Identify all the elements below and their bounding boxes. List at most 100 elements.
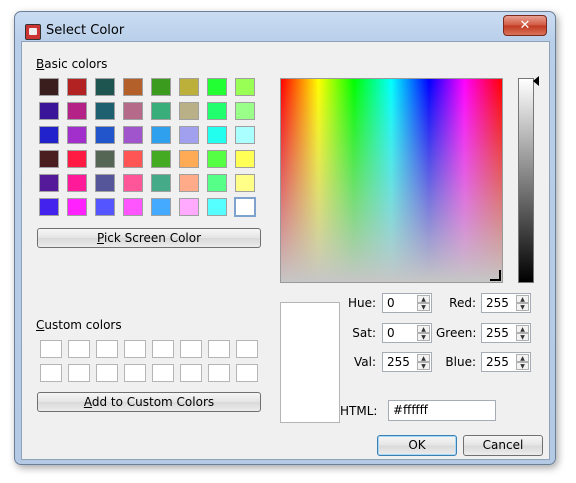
val-spinbox[interactable]: 255 ▲ ▼ bbox=[382, 352, 432, 372]
cancel-button[interactable]: Cancel bbox=[463, 435, 543, 456]
spin-down-icon[interactable]: ▼ bbox=[516, 333, 529, 341]
spin-up-icon[interactable]: ▲ bbox=[417, 354, 430, 362]
blue-value: 255 bbox=[486, 355, 509, 369]
blue-spinbox[interactable]: 255 ▲ ▼ bbox=[481, 352, 531, 372]
green-spinbox[interactable]: 255 ▲ ▼ bbox=[481, 323, 531, 343]
basic-color-swatch[interactable] bbox=[95, 198, 115, 216]
spin-up-icon[interactable]: ▲ bbox=[516, 354, 529, 362]
basic-color-swatch[interactable] bbox=[123, 150, 143, 168]
basic-color-swatch[interactable] bbox=[95, 174, 115, 192]
spin-down-icon[interactable]: ▼ bbox=[417, 333, 430, 341]
spin-up-icon[interactable]: ▲ bbox=[516, 325, 529, 333]
basic-color-swatch[interactable] bbox=[39, 198, 59, 216]
custom-color-slot[interactable] bbox=[124, 340, 146, 358]
custom-color-slot[interactable] bbox=[208, 364, 230, 382]
ok-button[interactable]: OK bbox=[377, 435, 457, 456]
basic-color-swatch[interactable] bbox=[235, 126, 255, 144]
spin-up-icon[interactable]: ▲ bbox=[417, 325, 430, 333]
sat-label: Sat: bbox=[340, 326, 376, 340]
custom-color-slot[interactable] bbox=[96, 364, 118, 382]
basic-color-swatch[interactable] bbox=[207, 150, 227, 168]
custom-color-slot[interactable] bbox=[68, 340, 90, 358]
basic-color-swatch[interactable] bbox=[151, 198, 171, 216]
basic-color-swatch[interactable] bbox=[207, 198, 227, 216]
spin-down-icon[interactable]: ▼ bbox=[417, 303, 430, 311]
basic-color-swatch[interactable] bbox=[235, 174, 255, 192]
spectrum-crosshair bbox=[490, 270, 501, 281]
basic-color-swatch[interactable] bbox=[207, 174, 227, 192]
basic-color-swatch[interactable] bbox=[123, 102, 143, 120]
basic-color-swatch[interactable] bbox=[179, 150, 199, 168]
basic-color-swatch[interactable] bbox=[151, 78, 171, 96]
basic-color-swatch[interactable] bbox=[151, 126, 171, 144]
basic-color-swatch[interactable] bbox=[207, 78, 227, 96]
basic-color-swatch[interactable] bbox=[123, 126, 143, 144]
basic-color-swatch[interactable] bbox=[67, 78, 87, 96]
basic-color-swatch[interactable] bbox=[151, 102, 171, 120]
spin-down-icon[interactable]: ▼ bbox=[516, 362, 529, 370]
basic-color-swatch[interactable] bbox=[179, 102, 199, 120]
custom-color-slot[interactable] bbox=[152, 364, 174, 382]
basic-color-swatch[interactable] bbox=[151, 150, 171, 168]
custom-color-slot[interactable] bbox=[40, 364, 62, 382]
basic-colors-label-text: asic colors bbox=[44, 57, 108, 71]
basic-color-swatch[interactable] bbox=[151, 174, 171, 192]
red-label: Red: bbox=[436, 296, 476, 310]
hue-spinbox[interactable]: 0 ▲ ▼ bbox=[382, 293, 432, 313]
basic-color-swatch[interactable] bbox=[67, 174, 87, 192]
basic-color-swatch[interactable] bbox=[179, 78, 199, 96]
basic-color-swatch[interactable] bbox=[179, 126, 199, 144]
basic-color-swatch[interactable] bbox=[179, 174, 199, 192]
pick-screen-color-button[interactable]: Pick Screen Color bbox=[37, 228, 261, 248]
luminance-arrow-icon[interactable] bbox=[533, 76, 539, 86]
red-spinbox[interactable]: 255 ▲ ▼ bbox=[481, 293, 531, 313]
custom-color-slot[interactable] bbox=[208, 340, 230, 358]
custom-colors-label: Custom colors bbox=[36, 318, 122, 332]
basic-color-swatch[interactable] bbox=[123, 198, 143, 216]
basic-color-swatch[interactable] bbox=[67, 150, 87, 168]
basic-color-swatch[interactable] bbox=[235, 150, 255, 168]
blue-label: Blue: bbox=[436, 355, 476, 369]
basic-color-swatch[interactable] bbox=[235, 102, 255, 120]
html-color-input[interactable]: #ffffff bbox=[388, 400, 496, 421]
spin-up-icon[interactable]: ▲ bbox=[417, 295, 430, 303]
custom-color-slot[interactable] bbox=[236, 340, 258, 358]
basic-color-swatch[interactable] bbox=[95, 78, 115, 96]
custom-color-slot[interactable] bbox=[152, 340, 174, 358]
basic-color-swatch[interactable] bbox=[95, 102, 115, 120]
custom-color-slot[interactable] bbox=[124, 364, 146, 382]
basic-color-swatch[interactable] bbox=[39, 78, 59, 96]
spin-down-icon[interactable]: ▼ bbox=[417, 362, 430, 370]
basic-color-swatch[interactable] bbox=[123, 174, 143, 192]
app-icon bbox=[25, 24, 41, 40]
luminance-slider[interactable] bbox=[518, 78, 534, 283]
basic-color-swatch[interactable] bbox=[234, 197, 256, 217]
custom-color-slot[interactable] bbox=[40, 340, 62, 358]
basic-color-swatch[interactable] bbox=[95, 150, 115, 168]
basic-color-swatch[interactable] bbox=[179, 198, 199, 216]
basic-color-swatch[interactable] bbox=[207, 126, 227, 144]
spin-down-icon[interactable]: ▼ bbox=[516, 303, 529, 311]
html-label: HTML: bbox=[340, 404, 382, 418]
custom-color-slot[interactable] bbox=[180, 364, 202, 382]
custom-color-slot[interactable] bbox=[180, 340, 202, 358]
basic-color-swatch[interactable] bbox=[95, 126, 115, 144]
basic-color-swatch[interactable] bbox=[67, 102, 87, 120]
custom-color-slot[interactable] bbox=[236, 364, 258, 382]
basic-color-swatch[interactable] bbox=[39, 150, 59, 168]
spin-up-icon[interactable]: ▲ bbox=[516, 295, 529, 303]
color-spectrum[interactable] bbox=[280, 78, 503, 283]
basic-color-swatch[interactable] bbox=[39, 126, 59, 144]
custom-color-slot[interactable] bbox=[68, 364, 90, 382]
basic-color-swatch[interactable] bbox=[235, 78, 255, 96]
sat-spinbox[interactable]: 0 ▲ ▼ bbox=[382, 323, 432, 343]
basic-color-swatch[interactable] bbox=[123, 78, 143, 96]
basic-color-swatch[interactable] bbox=[207, 102, 227, 120]
basic-color-swatch[interactable] bbox=[67, 198, 87, 216]
add-to-custom-colors-button[interactable]: Add to Custom Colors bbox=[37, 392, 261, 412]
basic-color-swatch[interactable] bbox=[39, 102, 59, 120]
basic-color-swatch[interactable] bbox=[67, 126, 87, 144]
custom-color-slot[interactable] bbox=[96, 340, 118, 358]
basic-color-swatch[interactable] bbox=[39, 174, 59, 192]
close-button[interactable]: ✕ bbox=[503, 15, 547, 36]
